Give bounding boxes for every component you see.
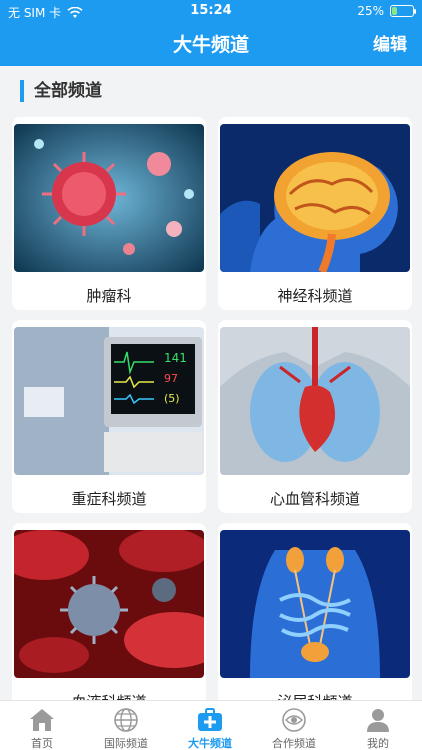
channel-label: 心血管科频道 xyxy=(269,490,360,508)
critical-care-image: 141 97 (5) xyxy=(14,327,204,475)
tab-label: 我的 xyxy=(367,737,389,750)
channel-label: 肿瘤科 xyxy=(86,287,132,305)
tab-international[interactable]: 国际频道 xyxy=(84,701,168,750)
tab-label: 国际频道 xyxy=(104,737,148,750)
globe-icon xyxy=(114,708,138,732)
tab-label: 首页 xyxy=(31,737,53,750)
channel-card-cardiovascular[interactable]: 心血管科频道 xyxy=(218,320,412,513)
channel-card-hematology[interactable]: 血液科频道 xyxy=(12,523,206,700)
tab-mine[interactable]: 我的 xyxy=(336,701,420,750)
person-icon xyxy=(367,709,389,732)
channel-label: 血液科频道 xyxy=(12,691,206,700)
channel-card-urology[interactable]: 泌尿科频道 xyxy=(218,523,412,700)
edit-button[interactable]: 编辑 xyxy=(373,30,407,55)
urology-image xyxy=(220,530,410,678)
channel-card-oncology[interactable]: 肿瘤科 xyxy=(12,117,206,310)
battery-icon xyxy=(390,5,416,17)
tab-label: 合作频道 xyxy=(272,737,316,750)
battery-fill xyxy=(392,7,397,15)
battery-percent: 25% xyxy=(357,4,384,18)
channel-label: 重症科频道 xyxy=(71,490,147,508)
svg-text:141: 141 xyxy=(164,351,187,365)
hematology-image xyxy=(14,530,204,678)
channel-card-neurology[interactable]: 神经科频道 xyxy=(218,117,412,310)
status-bar: 无 SIM 卡 15:24 25% xyxy=(0,0,422,22)
channel-label: 神经科频道 xyxy=(277,287,353,305)
oncology-image xyxy=(14,124,204,272)
tab-cooperation[interactable]: 合作频道 xyxy=(252,701,336,750)
status-right: 25% xyxy=(357,4,416,18)
cardiovascular-image xyxy=(220,327,410,475)
top-header: 无 SIM 卡 15:24 25% 大牛频道 编辑 xyxy=(0,0,422,66)
tab-label: 大牛频道 xyxy=(188,737,232,750)
neurology-image xyxy=(220,124,410,272)
tab-daniu[interactable]: 大牛频道 xyxy=(168,701,252,750)
bottom-tab-bar: 首页 国际频道 大牛频道 合作频道 我的 xyxy=(0,700,422,750)
page-title: 大牛频道 xyxy=(172,34,249,56)
channel-card-critical-care[interactable]: 141 97 (5) 重症科频道 xyxy=(12,320,206,513)
home-icon xyxy=(30,709,54,731)
channel-label: 泌尿科频道 xyxy=(218,691,412,700)
eye-icon xyxy=(282,708,306,732)
svg-text:97: 97 xyxy=(164,372,178,385)
channel-grid: 肿瘤科 神经科频道 141 97 (5) 重症科频道 心血管科频道 xyxy=(10,115,412,700)
medical-kit-icon xyxy=(198,708,222,731)
tab-home[interactable]: 首页 xyxy=(0,701,84,750)
section-title-all-channels: 全部频道 xyxy=(20,80,102,102)
svg-text:(5): (5) xyxy=(164,392,180,405)
